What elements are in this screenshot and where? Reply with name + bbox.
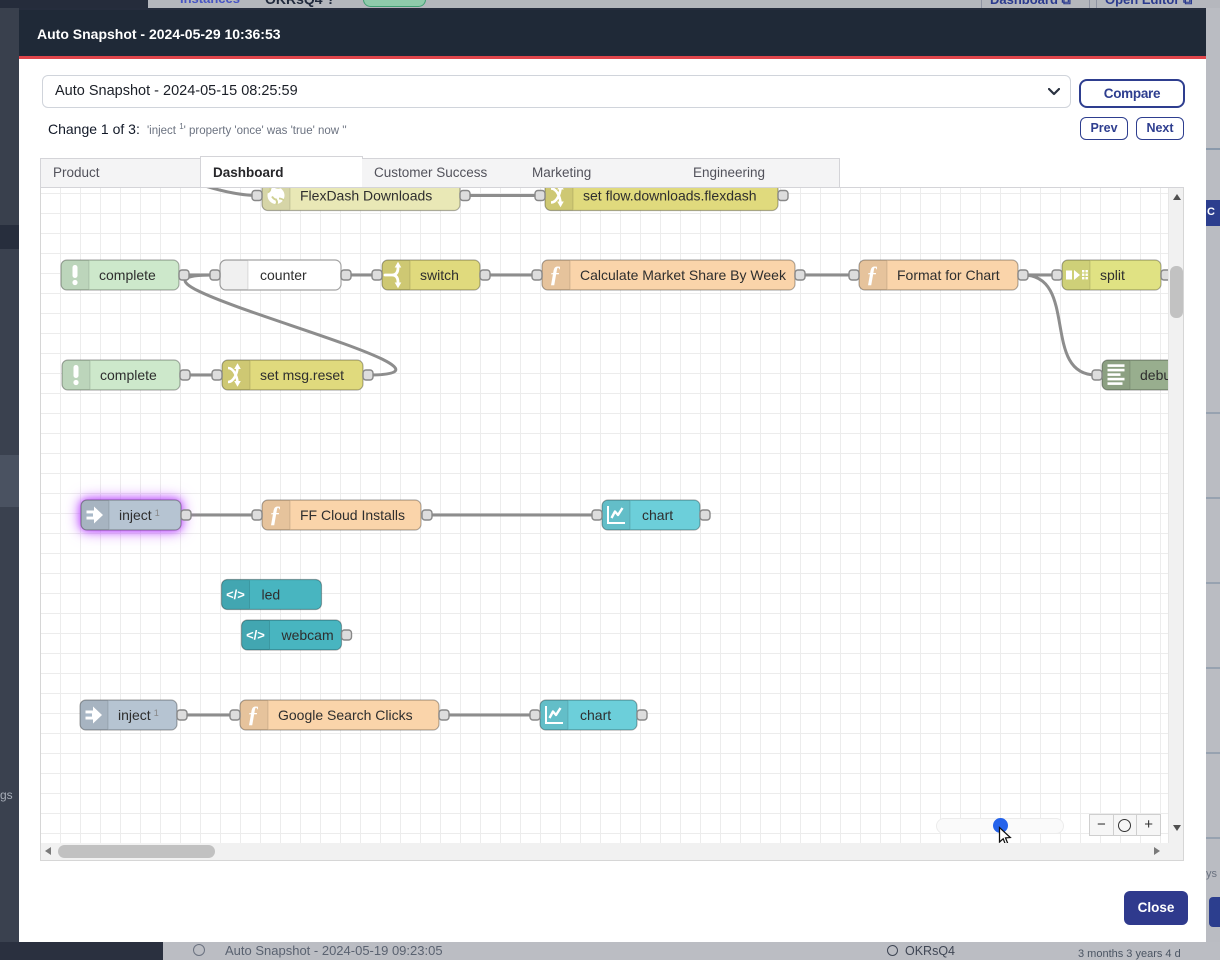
svg-text:chart: chart	[642, 507, 673, 523]
svg-text:Format for Chart: Format for Chart	[897, 267, 1000, 283]
svg-text:</>: </>	[246, 628, 265, 643]
svg-text:chart: chart	[580, 707, 611, 723]
svg-text:switch: switch	[420, 267, 459, 283]
svg-text:complete: complete	[99, 267, 156, 283]
svg-text:split: split	[1100, 267, 1125, 283]
svg-text:complete: complete	[100, 367, 157, 383]
svg-text:FlexDash Downloads: FlexDash Downloads	[300, 188, 432, 204]
svg-text:ƒ: ƒ	[247, 702, 259, 727]
svg-text:webcam: webcam	[281, 627, 334, 643]
svg-text:ƒ: ƒ	[269, 502, 281, 527]
svg-text:ƒ: ƒ	[549, 262, 561, 287]
svg-text:led: led	[262, 587, 281, 603]
svg-text:set msg.reset: set msg.reset	[260, 367, 344, 383]
svg-text:set flow.downloads.flexdash: set flow.downloads.flexdash	[583, 188, 757, 204]
svg-text:FF Cloud Installs: FF Cloud Installs	[300, 507, 405, 523]
svg-text:counter: counter	[260, 267, 307, 283]
svg-text:ƒ: ƒ	[866, 262, 878, 287]
svg-text:Google Search Clicks: Google Search Clicks	[278, 707, 413, 723]
svg-text:</>: </>	[226, 587, 245, 602]
svg-text:debug: debug	[1140, 367, 1168, 383]
svg-text:Calculate Market Share By Week: Calculate Market Share By Week	[580, 267, 787, 283]
